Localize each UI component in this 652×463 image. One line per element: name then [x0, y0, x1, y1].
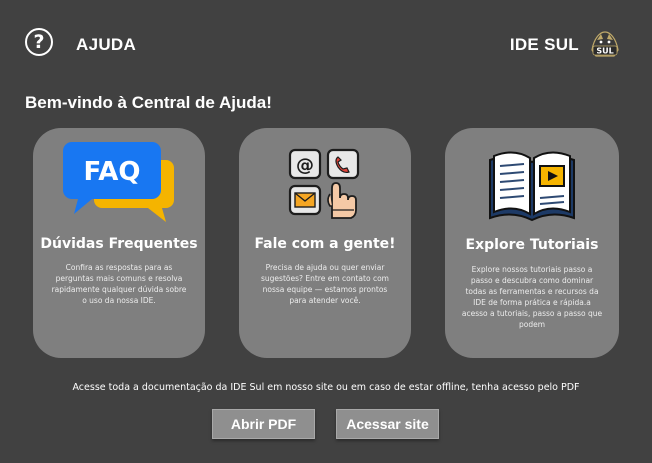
page-title: AJUDA: [76, 35, 137, 54]
card-title: Fale com a gente!: [254, 236, 396, 252]
question-mark-circle-icon[interactable]: ?: [25, 28, 53, 56]
open-book-video-icon: [489, 151, 575, 222]
card-description: Confira as respostas para as perguntas m…: [51, 263, 187, 305]
contact-touch-icon: @: [288, 148, 360, 219]
documentation-text: Acesse toda a documentação da IDE Sul em…: [72, 382, 580, 393]
card-title: Dúvidas Frequentes: [40, 236, 198, 252]
brand-logo-text: SUL: [596, 47, 613, 56]
svg-text:@: @: [296, 155, 314, 176]
card-description: Explore nossos tutoriais passo a passo e…: [461, 265, 603, 329]
brand-logo-icon: SUL: [591, 31, 619, 57]
card-title: Explore Tutoriais: [465, 237, 599, 253]
card-contact[interactable]: @ Fale com a gente! Precisa de ajuda ou …: [239, 128, 411, 358]
header-bar: ? AJUDA IDE SUL SUL: [0, 0, 652, 90]
card-description: Precisa de ajuda ou quer enviar sugestõe…: [261, 263, 389, 305]
card-faq[interactable]: FAQ Dúvidas Frequentes Confira as respos…: [33, 128, 205, 358]
visit-site-button[interactable]: Acessar site: [336, 409, 439, 439]
open-pdf-button[interactable]: Abrir PDF: [212, 409, 315, 439]
welcome-heading: Bem-vindo à Central de Ajuda!: [25, 93, 272, 112]
faq-speech-bubbles-icon: FAQ: [63, 142, 174, 222]
card-tutorials[interactable]: Explore Tutoriais Explore nossos tutoria…: [445, 128, 619, 358]
brand-name: IDE SUL: [509, 35, 579, 54]
faq-icon-label: FAQ: [83, 157, 140, 187]
